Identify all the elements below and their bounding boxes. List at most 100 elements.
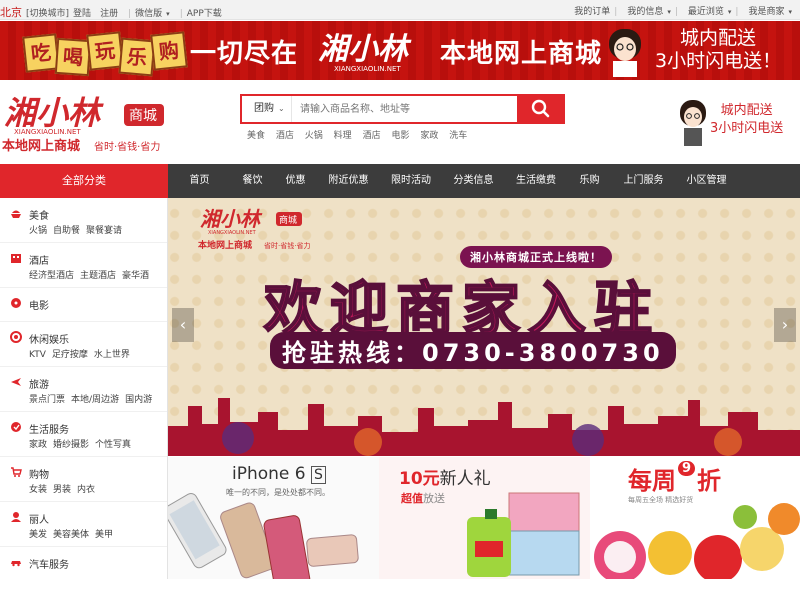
hot-keyword-link[interactable]: 洗车 (449, 131, 467, 141)
my-orders-link[interactable]: 我的订单 (574, 7, 610, 17)
subcategory-link[interactable]: 国内游 (125, 395, 152, 405)
category-title: 汽车服务 (29, 560, 69, 571)
car-icon (11, 561, 21, 567)
hotel-icon (11, 254, 21, 263)
subcategory-link[interactable]: 经济型酒店 (29, 271, 74, 281)
svg-text:湘小林: 湘小林 (200, 207, 263, 231)
banner-logo: 湘小林 XIANGXIAOLIN.NET (318, 32, 412, 73)
category-title: 丽人 (29, 515, 49, 526)
category-leisure[interactable]: 休闲娱乐 KTV 足疗按摩 水上世界 (0, 322, 167, 367)
search-button[interactable] (517, 94, 565, 124)
subcategory-link[interactable]: 个性写真 (95, 440, 131, 450)
main-nav: 全部分类 首页 餐饮 优惠 附近优惠 限时活动 分类信息 生活缴费 乐购 上门服… (0, 164, 800, 198)
banner-tag: 吃 (22, 33, 60, 73)
wechat-link[interactable]: 微信版 (135, 9, 162, 19)
subcategory-link[interactable]: 婚纱摄影 (53, 440, 89, 450)
subcategory-link[interactable]: 聚餐宴请 (86, 226, 122, 236)
hot-keyword-link[interactable]: 电影 (391, 131, 409, 141)
svg-text:湘小林: 湘小林 (318, 32, 412, 67)
nav-item-home-service[interactable]: 上门服务 (612, 164, 675, 198)
promo-weekly-discount[interactable]: 每周 9 折 每周五全场 精选好货 (590, 457, 800, 579)
register-link[interactable]: 注册 (100, 9, 118, 19)
subcategory-link[interactable]: 美甲 (95, 530, 113, 540)
category-food[interactable]: 美食 火锅 自助餐 聚餐宴请 (0, 198, 167, 243)
hot-keyword-link[interactable]: 美食 (247, 131, 265, 141)
banner-slogan-right: 本地网上商城 (440, 39, 603, 69)
app-download-link[interactable]: APP下载 (187, 9, 222, 19)
category-life-service[interactable]: 生活服务 家政 婚纱摄影 个性写真 (0, 412, 167, 457)
subcategory-link[interactable]: 火锅 (29, 226, 47, 236)
nav-item-home[interactable]: 首页 (168, 164, 231, 198)
category-sidebar: 美食 火锅 自助餐 聚餐宴请 酒店 经济型酒店 主题酒店 豪华酒 电影 休闲娱乐 KTV… (0, 198, 168, 579)
subcategory-link[interactable]: 家政 (29, 440, 47, 450)
nav-item-nearby-deals[interactable]: 附近优惠 (317, 164, 380, 198)
my-info-link[interactable]: 我的信息 (627, 7, 663, 17)
search-input[interactable] (300, 99, 520, 119)
banner-tag: 购 (150, 31, 188, 71)
merchant-link[interactable]: 我是商家 (748, 7, 784, 17)
banner-delivery-text: 城内配送 3小时闪电送！ (655, 27, 781, 73)
hero-carousel[interactable]: 湘小林 商城 XIANGXIAOLIN.NET 本地网上商城 省时·省钱·省力 … (168, 198, 800, 456)
subcategory-link[interactable]: KTV (29, 350, 46, 360)
subcategory-link[interactable]: 水上世界 (94, 350, 130, 360)
beauty-icon (11, 512, 21, 522)
recent-link[interactable]: 最近浏览 (688, 7, 724, 17)
all-categories-button[interactable]: 全部分类 (0, 164, 168, 198)
hot-keyword-link[interactable]: 酒店 (276, 131, 294, 141)
promo-new-user-gift[interactable]: 10元新人礼 超值放送 (379, 457, 590, 579)
carousel-prev-button[interactable]: ‹ (172, 308, 194, 342)
subcategory-link[interactable]: 豪华酒 (122, 271, 149, 281)
subcategory-link[interactable]: 男装 (53, 485, 71, 495)
svg-text:湘小林: 湘小林 (4, 94, 104, 132)
switch-city-link[interactable]: [切换城市] (26, 9, 69, 19)
svg-text:XIANGXIAOLIN.NET: XIANGXIAOLIN.NET (208, 230, 257, 236)
subcategory-link[interactable]: 自助餐 (53, 226, 80, 236)
site-logo[interactable]: 湘小林 XIANGXIAOLIN.NET 商城 本地网上商城 省时·省钱·省力 (2, 94, 172, 154)
svg-text:XIANGXIAOLIN.NET: XIANGXIAOLIN.NET (334, 65, 401, 73)
search-scope-select[interactable]: 团购 ⌄ (242, 96, 292, 122)
nav-item-classifieds[interactable]: 分类信息 (442, 164, 505, 198)
category-title: 生活服务 (29, 425, 69, 436)
promo-iphone[interactable]: iPhone 6 S 唯一的不同，是处处都不同。 (168, 457, 379, 579)
nav-item-shopping[interactable]: 乐购 (567, 164, 612, 198)
nav-item-bill-pay[interactable]: 生活缴费 (505, 164, 567, 198)
subcategory-link[interactable]: 女装 (29, 485, 47, 495)
svg-text:本地网上商城: 本地网上商城 (198, 239, 252, 251)
nav-item-flash-sale[interactable]: 限时活动 (380, 164, 442, 198)
category-travel[interactable]: 旅游 景点门票 本地/周边游 国内游 (0, 367, 167, 412)
nav-item-community[interactable]: 小区管理 (675, 164, 738, 198)
hot-keyword-link[interactable]: 火锅 (305, 131, 323, 141)
subcategory-link[interactable]: 景点门票 (29, 395, 65, 405)
subcategory-link[interactable]: 主题酒店 (80, 271, 116, 281)
category-movie[interactable]: 电影 (0, 288, 167, 322)
nav-item-deals[interactable]: 优惠 (274, 164, 317, 198)
hot-keyword-link[interactable]: 酒店 (363, 131, 381, 141)
subcategory-link[interactable]: 本地/周边游 (71, 395, 119, 405)
leisure-icon (10, 331, 22, 343)
category-car-service[interactable]: 汽车服务 (0, 547, 167, 592)
login-link[interactable]: 登陆 (73, 9, 91, 19)
banner-tag: 喝 (54, 37, 92, 77)
svg-text:本地网上商城: 本地网上商城 (2, 138, 80, 154)
top-ad-banner[interactable]: 吃 喝 玩 乐 购 一切尽在 湘小林 XIANGXIAOLIN.NET 本地网上… (0, 21, 800, 80)
subcategory-link[interactable]: 足疗按摩 (52, 350, 88, 360)
delivery-line-1: 城内配送 (680, 27, 757, 49)
top-bar: 北京 [切换城市] 登陆 |注册 | 微信版 ▾ | APP下载 我的订单 | 我的信息 ▾ | 最近浏览… (0, 0, 800, 20)
carousel-next-button[interactable]: › (774, 308, 796, 342)
category-title: 购物 (29, 470, 49, 481)
plane-icon (11, 378, 21, 386)
category-title: 酒店 (29, 256, 49, 267)
subcategory-link[interactable]: 美容美体 (53, 530, 89, 540)
subcategory-link[interactable]: 美发 (29, 530, 47, 540)
food-icon (11, 210, 21, 218)
category-hotel[interactable]: 酒店 经济型酒店 主题酒店 豪华酒 (0, 243, 167, 288)
hot-keyword-link[interactable]: 料理 (334, 131, 352, 141)
nav-item-dining[interactable]: 餐饮 (231, 164, 274, 198)
subcategory-link[interactable]: 内衣 (77, 485, 95, 495)
hot-keyword-link[interactable]: 家政 (420, 131, 438, 141)
category-shopping[interactable]: 购物 女装 男装 内衣 (0, 457, 167, 502)
category-beauty[interactable]: 丽人 美发 美容美体 美甲 (0, 502, 167, 547)
banner-tag: 乐 (118, 37, 156, 77)
chevron-down-icon: ⌄ (278, 104, 285, 113)
fruit-product-image (594, 503, 800, 579)
